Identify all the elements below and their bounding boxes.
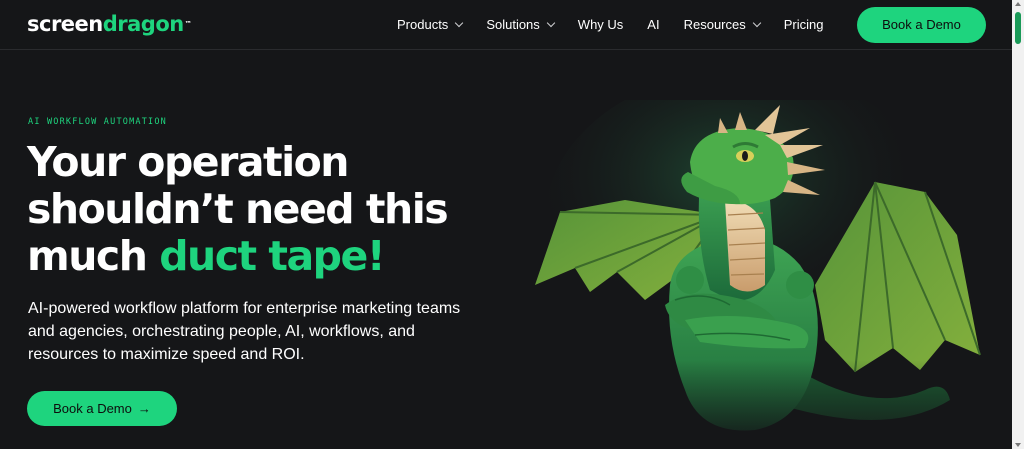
scrollbar-thumb[interactable] <box>1015 12 1021 44</box>
nav-item-solutions[interactable]: Solutions <box>486 17 556 33</box>
headline-line-2: shouldn’t need this <box>27 185 449 233</box>
nav-item-label: Why Us <box>577 17 624 32</box>
nav-item-why-us[interactable]: Why Us <box>578 17 624 33</box>
nav-item-ai[interactable]: AI <box>647 17 659 33</box>
nav-item-label: Pricing <box>783 17 824 32</box>
logo-text-dragon: dragon <box>102 12 184 36</box>
nav-item-pricing[interactable]: Pricing <box>784 17 824 33</box>
headline-line-3: much <box>27 232 160 280</box>
nav-item-products[interactable]: Products <box>397 17 464 33</box>
book-demo-nav-button[interactable]: Book a Demo <box>857 7 986 43</box>
headline-accent: duct tape! <box>159 232 385 280</box>
logo-trademark: ™ <box>184 20 192 28</box>
dragon-illustration <box>525 100 995 449</box>
chevron-down-icon <box>546 18 556 28</box>
hero-eyebrow: AI WORKFLOW AUTOMATION <box>28 117 167 127</box>
scroll-down-arrow-icon[interactable] <box>1015 443 1021 447</box>
nav-item-label: Products <box>397 17 449 32</box>
page-scrollbar[interactable] <box>1012 0 1024 449</box>
hero-subtext: AI-powered workflow platform for enterpr… <box>28 300 461 363</box>
arrow-right-icon: → <box>137 401 151 416</box>
main-menu: Products Solutions Why Us AI Resources P… <box>397 17 847 33</box>
book-demo-hero-button[interactable]: Book a Demo → <box>27 391 177 426</box>
logo-text-screen: screen <box>27 12 103 36</box>
chevron-down-icon <box>752 18 761 28</box>
chevron-down-icon <box>455 18 464 28</box>
nav-item-resources[interactable]: Resources <box>683 17 761 33</box>
nav-item-label: Solutions <box>486 17 540 32</box>
top-navigation: screendragon™ Products Solutions Why Us … <box>0 0 1012 50</box>
scroll-up-arrow-icon[interactable] <box>1015 2 1021 6</box>
hero-headline: Your operation shouldn’t need this much … <box>27 139 507 280</box>
screendragon-logo[interactable]: screendragon™ <box>27 11 192 37</box>
cta-label: Book a Demo <box>53 401 132 416</box>
headline-line-1: Your operation <box>27 138 350 186</box>
nav-item-label: Resources <box>683 17 746 32</box>
nav-item-label: AI <box>647 17 660 32</box>
